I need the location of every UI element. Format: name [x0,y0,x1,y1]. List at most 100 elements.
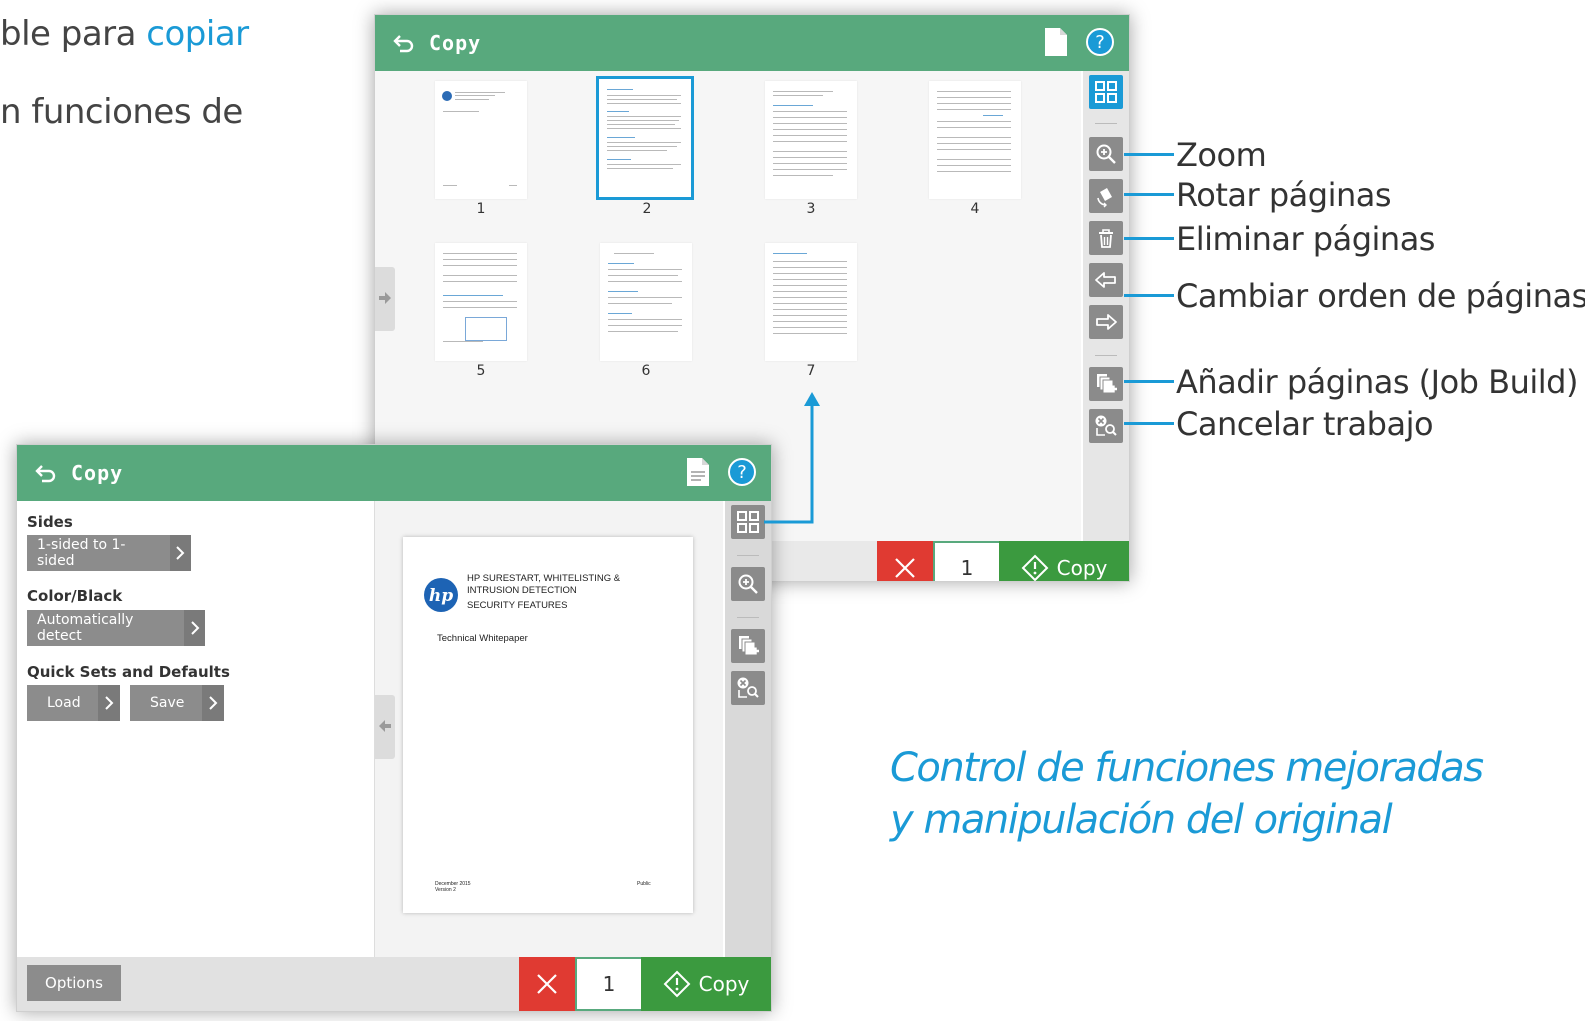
thumbnail-number: 6 [641,363,651,379]
move-page-right-button[interactable] [1089,305,1123,339]
cancel-job-button[interactable] [731,671,765,705]
preview-heading-line-2: INTRUSION DETECTION [467,585,577,596]
document-icon[interactable] [1045,28,1067,56]
page-preview[interactable]: hp HP SURESTART, WHITELISTING & INTRUSIO… [403,537,693,913]
back-arrow-icon[interactable] [33,460,59,486]
arrow-left-icon [379,720,391,732]
callout-line-cancel [1124,422,1174,425]
cancel-job-button[interactable] [1089,409,1123,443]
zoom-button[interactable] [1089,137,1123,171]
start-copy-button[interactable]: Copy [641,957,771,1011]
callout-line-reorder [1124,294,1174,297]
close-icon [537,974,557,994]
cancel-button[interactable] [877,541,933,581]
page-thumbnail-7[interactable] [765,243,857,361]
zoom-in-icon [738,574,758,594]
preview-footer-version: Version 2 [435,887,456,893]
grid-icon [737,511,759,533]
callout-rotate: Rotar páginas [1176,176,1392,214]
color-label: Color/Black [27,587,123,605]
chevron-right-icon [184,610,205,646]
thumbnail-number: 4 [970,201,980,217]
save-button[interactable]: Save [130,685,224,721]
hp-logo-icon: hp [424,578,458,612]
rotate-pages-button[interactable] [1089,179,1123,213]
page-thumbnail-6[interactable] [600,243,692,361]
thumbnail-view-button[interactable] [1089,75,1123,109]
back-arrow-icon[interactable] [391,30,417,56]
quick-sets-label: Quick Sets and Defaults [27,663,230,681]
callout-line-zoom [1124,153,1174,156]
load-button[interactable]: Load [27,685,120,721]
help-icon[interactable]: ? [1085,27,1115,57]
rotate-icon [1097,188,1112,208]
settings-column: Sides 1-sided to 1-sided Color/Black Aut… [17,501,375,957]
zoom-button[interactable] [731,567,765,601]
collapse-panel-tab[interactable] [375,695,395,759]
start-copy-button[interactable]: Copy [999,541,1129,581]
preview-heading-line-3: SECURITY FEATURES [467,600,568,611]
add-pages-button[interactable] [731,629,765,663]
connector-arrow [764,392,820,524]
copy-settings-screen: Copy ? Sides 1-sided to 1-sided Color/Bl… [16,444,772,1012]
cancel-button[interactable] [519,957,575,1011]
caption-line-2: y manipulación del original [890,797,1393,843]
start-copy-label: Copy [1056,556,1108,580]
expand-panel-tab[interactable] [375,267,395,331]
start-copy-label: Copy [698,972,750,996]
close-icon [895,558,915,578]
caption: Control de funciones mejoradas y manipul… [890,742,1484,846]
start-diamond-icon [663,970,691,998]
document-icon[interactable] [687,458,709,486]
copies-input[interactable]: 1 [575,957,643,1011]
load-label: Load [47,695,81,711]
tool-rail [1083,71,1129,541]
move-page-left-button[interactable] [1089,263,1123,297]
page-thumbnail-5[interactable] [435,243,527,361]
callout-reorder: Cambiar orden de páginas [1176,277,1585,315]
arrow-right-icon [379,292,391,304]
help-icon[interactable]: ? [727,457,757,487]
cancel-job-icon [737,677,759,698]
svg-text:hp: hp [429,586,453,606]
callout-delete: Eliminar páginas [1176,220,1435,258]
add-pages-icon [739,636,759,656]
sides-select[interactable]: 1-sided to 1-sided [27,535,191,571]
slide-text-line-2: n funciones de [0,92,243,132]
options-button[interactable]: Options [27,965,121,1001]
color-select[interactable]: Automatically detect [27,610,205,646]
svg-text:?: ? [737,462,747,483]
tool-rail [725,501,771,957]
callout-line-delete [1124,237,1174,240]
arrow-left-outline-icon [1095,272,1116,288]
svg-text:?: ? [1095,32,1105,53]
callout-add-pages: Añadir páginas (Job Build) [1176,363,1578,401]
zoom-in-icon [1096,144,1116,164]
thumbnail-number: 3 [806,201,816,217]
thumbnail-number: 1 [476,201,486,217]
start-diamond-icon [1021,554,1049,581]
slide-text-line-1: ble para copiar [0,14,249,54]
delete-pages-button[interactable] [1089,221,1123,255]
grid-icon [1095,81,1117,103]
page-thumbnail-4[interactable] [929,81,1021,199]
chevron-right-icon [98,685,120,721]
color-value: Automatically detect [37,612,134,644]
callout-zoom: Zoom [1176,136,1267,174]
add-pages-button[interactable] [1089,367,1123,401]
sides-value: 1-sided to 1-sided [37,537,126,569]
panel-header: Copy ? [375,15,1129,71]
copies-input[interactable]: 1 [933,541,1001,581]
page-thumbnail-3[interactable] [765,81,857,199]
trash-icon [1099,229,1113,248]
sides-label: Sides [27,513,73,531]
add-pages-icon [1097,374,1117,394]
page-thumbnail-2-selected[interactable] [596,76,694,200]
callout-line-rotate [1124,193,1174,196]
action-bar: Options 1 Copy [17,957,771,1011]
page-thumbnail-1[interactable] [435,81,527,199]
screen-title: Copy [429,31,482,55]
callout-line-add-pages [1124,380,1174,383]
slide-accent-word: copiar [146,14,249,54]
screen-title: Copy [71,461,124,485]
